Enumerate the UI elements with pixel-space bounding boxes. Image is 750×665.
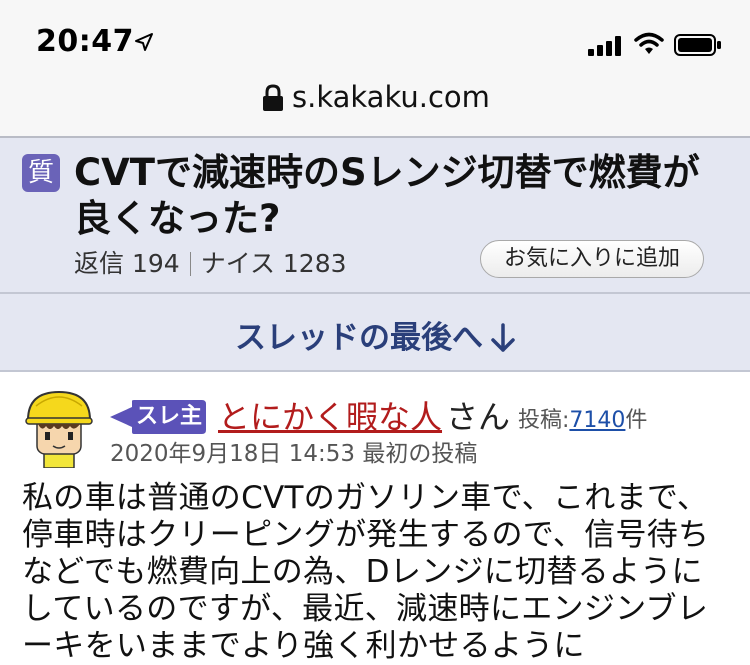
thread-owner-label: スレ主 [135, 404, 202, 429]
nice-count: 1283 [282, 249, 347, 278]
meta-separator [189, 252, 191, 276]
url-text: s.kakaku.com [292, 80, 490, 114]
post-count-unit: 件 [625, 408, 648, 433]
author-suffix: さん [446, 398, 511, 436]
thread-meta: 返信 194 ナイス 1283 [74, 244, 347, 280]
lock-icon [263, 84, 283, 111]
post-body: 私の車は普通のCVTのガソリン車で、これまで、停車時はクリーピングが発生するので… [22, 480, 710, 664]
jump-to-end-link[interactable]: スレッドの最後へ [0, 312, 750, 357]
post-count: 投稿:7140件 [518, 402, 647, 434]
question-badge: 質 [22, 154, 60, 192]
arrow-down-icon [491, 323, 515, 352]
cellular-signal-icon [588, 36, 621, 56]
post-date: 2020年9月18日 14:53 最初の投稿 [110, 441, 478, 467]
battery-icon [674, 34, 721, 56]
wifi-icon [634, 32, 664, 54]
post-count-link[interactable]: 7140 [569, 408, 625, 433]
replies-label: 返信 [74, 249, 125, 278]
post-count-label: 投稿: [518, 408, 570, 433]
location-arrow-icon [135, 33, 153, 51]
thread-title: CVTで減速時のSレンジ切替で燃費が良くなった? [74, 151, 700, 240]
replies-count: 194 [131, 249, 180, 278]
jump-to-end-label: スレッドの最後へ [235, 320, 483, 356]
thread-header: 質 CVTで減速時のSレンジ切替で燃費が良くなった? 返信 194 ナイス 128… [0, 138, 750, 292]
add-favorite-button[interactable]: お気に入りに追加 [480, 240, 704, 278]
avatar-icon[interactable] [22, 390, 96, 468]
author-name-link[interactable]: とにかく暇な人 [218, 392, 442, 438]
address-bar[interactable]: s.kakaku.com [0, 80, 750, 136]
status-bar: 20:47 [0, 0, 750, 80]
post: スレ主 とにかく暇な人 さん 投稿:7140件 2020年9月18日 14:53… [0, 372, 750, 664]
nice-label: ナイス [200, 249, 275, 278]
jump-bar: スレッドの最後へ [0, 294, 750, 370]
status-time: 20:47 [36, 24, 134, 59]
